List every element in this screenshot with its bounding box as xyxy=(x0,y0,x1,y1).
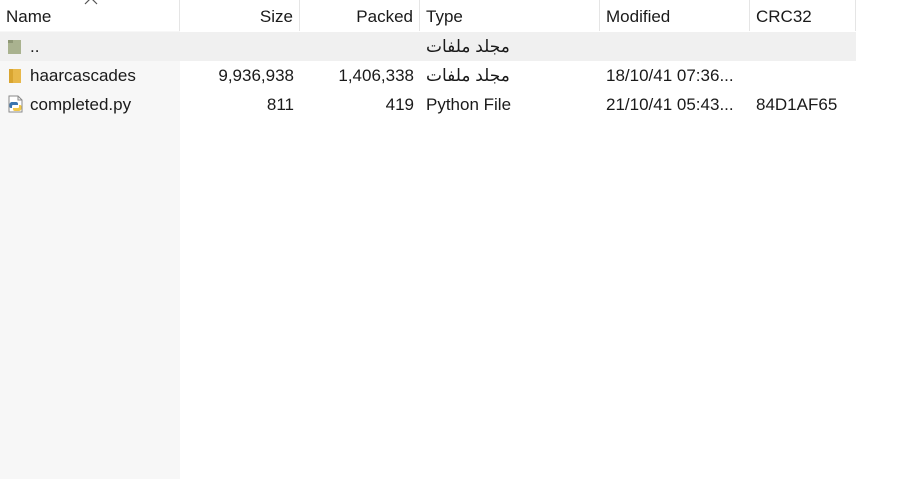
cell-size: 9,936,938 xyxy=(218,66,294,85)
cell-packed: 419 xyxy=(385,95,414,114)
cell-crc32 xyxy=(756,32,856,61)
cell-modified: 18/10/41 07:36... xyxy=(606,66,734,85)
cell-type: مجلد ملفات xyxy=(426,37,510,56)
column-header-size-label: Size xyxy=(259,7,293,26)
column-header-modified-label: Modified xyxy=(606,7,671,26)
cell-size xyxy=(180,32,294,61)
table-row-parent-folder[interactable]: .. مجلد ملفات xyxy=(0,32,856,61)
column-header: Name Size Packed Type Modified CRC32 xyxy=(0,0,856,31)
cell-name: haarcascades xyxy=(30,66,136,85)
cell-name: completed.py xyxy=(30,95,132,114)
table-row-haarcascades[interactable]: haarcascades 9,936,938 1,406,338 مجلد مل… xyxy=(0,61,856,90)
column-header-type[interactable]: Type xyxy=(420,0,600,31)
column-header-packed[interactable]: Packed xyxy=(300,0,420,31)
sort-ascending-icon xyxy=(84,0,98,5)
folder-icon xyxy=(9,69,21,83)
cell-type: مجلد ملفات xyxy=(426,66,510,85)
column-header-name[interactable]: Name xyxy=(0,0,180,31)
cell-packed xyxy=(300,32,414,61)
table-row-completed-py[interactable]: completed.py 811 419 Python File 21/10/4… xyxy=(0,90,856,119)
column-header-packed-label: Packed xyxy=(356,7,413,26)
column-header-crc32-label: CRC32 xyxy=(756,7,812,26)
column-header-size[interactable]: Size xyxy=(180,0,300,31)
cell-crc32: 84D1AF65 xyxy=(756,95,838,114)
python-file-icon xyxy=(8,95,23,113)
cell-modified xyxy=(606,32,748,61)
column-header-type-label: Type xyxy=(426,7,463,26)
cell-size: 811 xyxy=(266,95,294,114)
cell-name: .. xyxy=(30,37,40,56)
cell-packed: 1,406,338 xyxy=(338,66,414,85)
folder-up-icon xyxy=(8,40,21,54)
cell-type: Python File xyxy=(426,95,512,114)
cell-crc32 xyxy=(756,61,856,90)
column-header-crc32[interactable]: CRC32 xyxy=(750,0,856,31)
column-header-modified[interactable]: Modified xyxy=(600,0,750,31)
cell-modified: 21/10/41 05:43... xyxy=(606,95,734,114)
